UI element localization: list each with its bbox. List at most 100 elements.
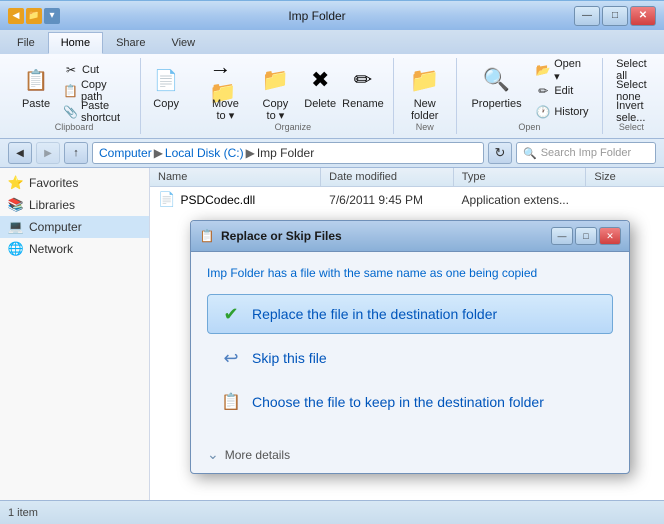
- more-details-label: More details: [225, 448, 290, 462]
- file-cell-size: [586, 198, 664, 202]
- network-label: Network: [29, 242, 73, 256]
- delete-icon: ✖: [304, 64, 336, 96]
- maximize-button[interactable]: □: [602, 6, 628, 26]
- tab-home[interactable]: Home: [48, 32, 103, 54]
- copy-to-button[interactable]: 📁 Copy to ▾: [252, 60, 300, 126]
- copy-to-label: Copy to ▾: [257, 98, 295, 122]
- rename-label: Rename: [342, 98, 384, 110]
- title-bar-quick-access: ◀ 📁 ▾: [8, 8, 60, 24]
- invert-label: Invert sele...: [616, 100, 647, 124]
- select-none-button[interactable]: Select none: [611, 81, 652, 101]
- dialog-footer[interactable]: ⌄ More details: [191, 440, 629, 473]
- title-bar-left: ◀ 📁 ▾: [8, 8, 60, 24]
- dialog-title-left: 📋 Replace or Skip Files: [199, 228, 342, 244]
- delete-button[interactable]: ✖ Delete: [301, 60, 339, 114]
- path-sep-1: ▶: [154, 146, 163, 160]
- new-folder-label: Newfolder: [411, 98, 439, 122]
- edit-button[interactable]: ✏ Edit: [530, 81, 594, 101]
- organize-group-label: Organize: [193, 122, 393, 132]
- invert-select-button[interactable]: Invert sele...: [611, 102, 652, 122]
- dialog-titlebar: 📋 Replace or Skip Files — □ ✕: [191, 221, 629, 252]
- clipboard-buttons: 📋 Paste ✂ Cut 📋 Copy path 📎 Paste shortc…: [16, 60, 132, 150]
- title-bar: ◀ 📁 ▾ Imp Folder — □ ✕: [0, 0, 664, 30]
- paste-shortcut-icon: 📎: [63, 104, 78, 120]
- quick-access-doc[interactable]: ▾: [44, 8, 60, 24]
- delete-label: Delete: [304, 98, 336, 110]
- path-local-disk[interactable]: Local Disk (C:): [165, 146, 244, 160]
- paste-button[interactable]: 📋 Paste: [16, 60, 56, 114]
- option-replace-text: Replace the file in the destination fold…: [252, 306, 497, 322]
- open-group: 🔍 Properties 📂 Open ▾ ✏ Edit 🕐 History: [457, 58, 603, 134]
- props-group-btns: 🔍 Properties 📂 Open ▾ ✏ Edit 🕐 History: [465, 60, 594, 150]
- favorites-label: Favorites: [29, 176, 78, 190]
- replace-check-icon: ✔: [220, 303, 242, 325]
- cut-button[interactable]: ✂ Cut: [58, 60, 132, 80]
- open-button[interactable]: 📂 Open ▾: [530, 60, 594, 80]
- close-button[interactable]: ✕: [630, 6, 656, 26]
- history-button[interactable]: 🕐 History: [530, 102, 594, 122]
- replace-skip-dialog: 📋 Replace or Skip Files — □ ✕ Imp Folder…: [190, 220, 630, 474]
- move-to-button[interactable]: →📁 Move to ▾: [201, 60, 250, 126]
- cut-icon: ✂: [63, 62, 79, 78]
- more-details-arrow: ⌄: [207, 446, 219, 463]
- option-skip-text: Skip this file: [252, 350, 327, 366]
- copy-path-button[interactable]: 📋 Copy path: [58, 81, 132, 101]
- dialog-close-button[interactable]: ✕: [599, 227, 621, 245]
- dialog-body: Imp Folder has a file with the same name…: [191, 252, 629, 440]
- new-folder-button[interactable]: 📁 Newfolder: [402, 60, 448, 126]
- col-name[interactable]: Name: [150, 168, 321, 186]
- file-icon: 📄: [158, 191, 175, 208]
- paste-shortcut-label: Paste shortcut: [81, 100, 127, 124]
- copy-to-icon: 📁: [259, 64, 291, 96]
- paste-shortcut-button[interactable]: 📎 Paste shortcut: [58, 102, 132, 122]
- properties-icon: 🔍: [481, 64, 513, 96]
- dialog-title-text: Replace or Skip Files: [221, 229, 342, 243]
- history-label: History: [554, 106, 588, 118]
- properties-button[interactable]: 🔍 Properties: [465, 60, 529, 114]
- option-keep[interactable]: 📋 Choose the file to keep in the destina…: [207, 382, 613, 422]
- col-size[interactable]: Size: [586, 168, 664, 186]
- open-label: Open ▾: [554, 58, 589, 83]
- dialog-window-icon: 📋: [199, 228, 215, 244]
- nav-item-libraries[interactable]: 📚 Libraries: [0, 194, 149, 216]
- open-icon: 📂: [535, 62, 551, 78]
- nav-item-favorites[interactable]: ⭐ Favorites: [0, 172, 149, 194]
- quick-access-folder[interactable]: 📁: [26, 8, 42, 24]
- keep-icon: 📋: [220, 391, 242, 413]
- dialog-title-controls: — □ ✕: [551, 227, 621, 245]
- nav-item-computer[interactable]: 💻 Computer: [0, 216, 149, 238]
- clipboard-group-label: Clipboard: [8, 122, 140, 132]
- file-cell-date: 7/6/2011 9:45 PM: [321, 191, 453, 209]
- computer-icon: 💻: [8, 219, 24, 235]
- minimize-button[interactable]: —: [574, 6, 600, 26]
- clipboard-group: 📋 Paste ✂ Cut 📋 Copy path 📎 Paste shortc…: [8, 58, 141, 134]
- quick-access-back[interactable]: ◀: [8, 8, 24, 24]
- copy-button[interactable]: 📄 Copy: [143, 60, 189, 114]
- option-skip[interactable]: ↩ Skip this file: [207, 338, 613, 378]
- col-date[interactable]: Date modified: [321, 168, 454, 186]
- dialog-maximize-button[interactable]: □: [575, 227, 597, 245]
- move-to-label: Move to ▾: [206, 98, 245, 122]
- col-type[interactable]: Type: [454, 168, 587, 186]
- nav-pane: ⭐ Favorites 📚 Libraries 💻 Computer 🌐 Net…: [0, 168, 150, 500]
- option-replace[interactable]: ✔ Replace the file in the destination fo…: [207, 294, 613, 334]
- ribbon-tabs: File Home Share View: [0, 30, 664, 54]
- tab-view[interactable]: View: [158, 32, 208, 54]
- address-path[interactable]: Computer ▶ Local Disk (C:) ▶ Imp Folder: [92, 142, 484, 164]
- copy-path-icon: 📋: [63, 83, 78, 99]
- network-icon: 🌐: [8, 241, 24, 257]
- forward-button[interactable]: ▶: [36, 142, 60, 164]
- select-all-button[interactable]: Select all: [611, 60, 652, 80]
- history-icon: 🕐: [535, 104, 551, 120]
- favorites-icon: ⭐: [8, 175, 24, 191]
- cut-label: Cut: [82, 64, 99, 76]
- tab-share[interactable]: Share: [103, 32, 158, 54]
- paste-icon: 📋: [20, 64, 52, 96]
- rename-button[interactable]: ✏ Rename: [341, 60, 385, 114]
- edit-icon: ✏: [535, 83, 551, 99]
- table-row[interactable]: 📄 PSDCodec.dll 7/6/2011 9:45 PM Applicat…: [150, 187, 664, 212]
- tab-file[interactable]: File: [4, 32, 48, 54]
- select-group: Select all Select none Invert sele... Se…: [603, 58, 660, 134]
- nav-item-network[interactable]: 🌐 Network: [0, 238, 149, 260]
- dialog-minimize-button[interactable]: —: [551, 227, 573, 245]
